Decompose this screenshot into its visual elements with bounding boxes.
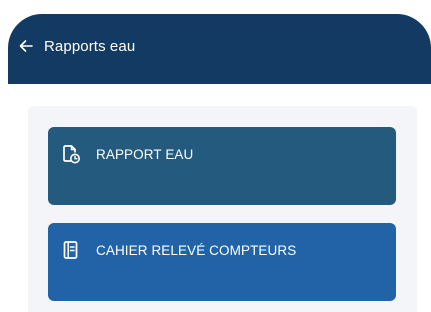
document-clock-icon — [62, 144, 80, 164]
back-button[interactable] — [18, 38, 34, 54]
menu-item-label: CAHIER RELEVÉ COMPTEURS — [96, 243, 297, 258]
notebook-icon — [62, 240, 80, 260]
rapport-eau-button[interactable]: RAPPORT EAU — [48, 127, 396, 205]
menu-item-label: RAPPORT EAU — [96, 147, 194, 162]
content-panel: RAPPORT EAU CAHIER RELEVÉ COMPTEURS — [28, 106, 417, 312]
cahier-releve-compteurs-button[interactable]: CAHIER RELEVÉ COMPTEURS — [48, 223, 396, 301]
arrow-left-icon — [19, 40, 33, 52]
page-title: Rapports eau — [44, 37, 136, 55]
app-header: Rapports eau — [8, 14, 431, 84]
